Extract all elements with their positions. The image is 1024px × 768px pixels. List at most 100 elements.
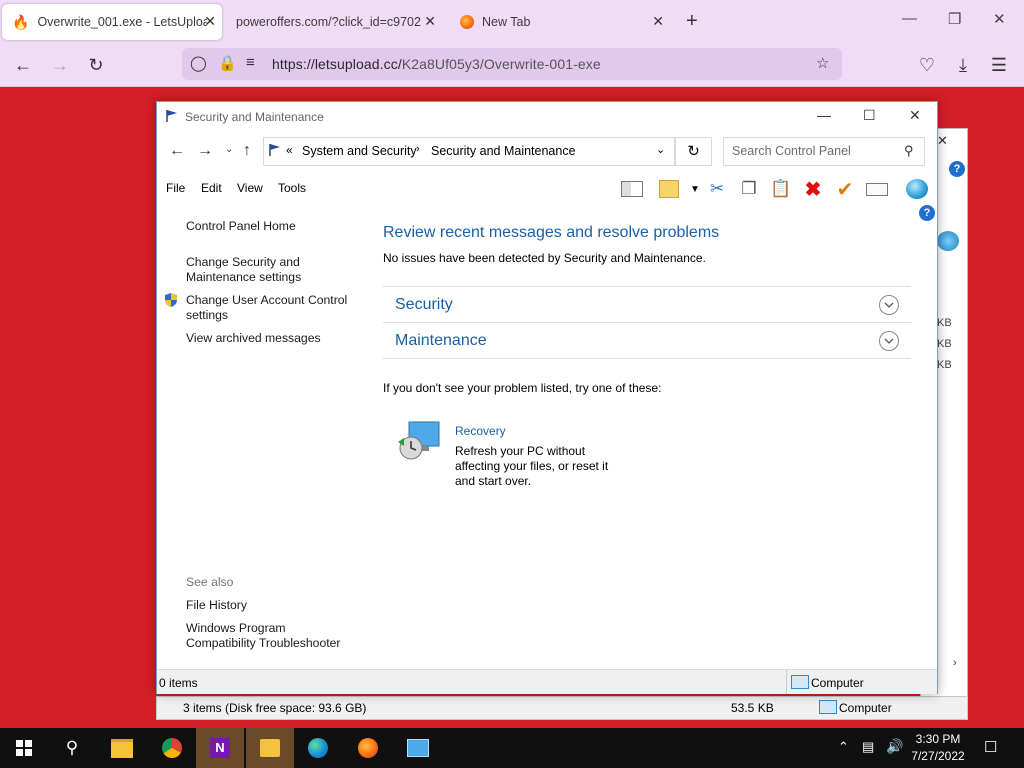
delete-icon[interactable]: ✖ xyxy=(801,178,825,201)
breadcrumb-security-maintenance[interactable]: Security and Maintenance xyxy=(431,144,576,158)
tab-letsupload[interactable]: 🔥 Overwrite_001.exe - LetsUpload ✕ xyxy=(2,4,222,40)
notifications-icon[interactable]: ☐ xyxy=(984,738,997,756)
clock-date[interactable]: 7/27/2022 xyxy=(900,749,976,763)
forward-icon[interactable]: → xyxy=(197,142,213,160)
tab-poweroffers[interactable]: poweroffers.com/?click_id=c97022a ✕ xyxy=(226,4,442,40)
lock-icon[interactable]: 🔒 xyxy=(218,54,237,72)
flag-icon xyxy=(268,143,282,160)
link-compatibility-troubleshooter[interactable]: Windows Program Compatibility Troublesho… xyxy=(186,621,356,651)
section-security[interactable]: Security xyxy=(383,286,911,322)
up-icon[interactable]: ↑ xyxy=(243,142,251,160)
search-icon[interactable]: ⚲ xyxy=(904,143,914,159)
expand-chevron-icon[interactable] xyxy=(879,295,899,315)
status-size: 53.5 KB xyxy=(731,701,774,715)
firefox-icon xyxy=(460,15,474,29)
flame-icon: 🔥 xyxy=(12,13,30,30)
minimize-icon[interactable]: — xyxy=(817,107,831,123)
taskbar: ⚲ N ⌃ ▤ 🔊 3:30 PM 7/27/2022 ☐ xyxy=(0,728,1024,768)
close-tab-icon[interactable]: ✕ xyxy=(204,13,216,30)
link-control-panel-home[interactable]: Control Panel Home xyxy=(186,219,296,234)
breadcrumb-overflow[interactable]: « xyxy=(286,143,293,157)
network-icon[interactable]: ▤ xyxy=(862,739,874,755)
restore-icon[interactable]: ❐ xyxy=(948,10,961,28)
menu-view[interactable]: View xyxy=(237,181,263,195)
refresh-icon[interactable]: ↻ xyxy=(675,137,712,166)
preview-pane-icon[interactable] xyxy=(620,178,644,200)
hint-text: If you don't see your problem listed, tr… xyxy=(383,381,662,395)
tab-new-tab[interactable]: New Tab ✕ xyxy=(450,4,670,40)
bookmark-star-icon[interactable]: ☆ xyxy=(816,54,829,72)
chrome-icon[interactable] xyxy=(148,728,196,768)
tab-title: Overwrite_001.exe - LetsUpload xyxy=(37,15,208,29)
search-icon[interactable]: ⚲ xyxy=(48,728,96,768)
link-recovery[interactable]: Recovery xyxy=(455,424,506,438)
menu-file[interactable]: File xyxy=(166,181,185,195)
see-also-label: See also xyxy=(186,575,234,589)
windows-start-icon[interactable] xyxy=(0,728,48,768)
paste-icon[interactable]: 📋 xyxy=(769,178,793,200)
dropdown-icon[interactable]: ⌄ xyxy=(656,143,665,156)
show-hidden-icons-icon[interactable]: ⌃ xyxy=(838,739,849,755)
menu-icon[interactable]: ☰ xyxy=(986,52,1012,78)
reload-icon[interactable]: ↻ xyxy=(83,52,109,78)
pocket-icon[interactable]: ♡ xyxy=(914,52,940,78)
recovery-icon[interactable] xyxy=(395,420,443,467)
expand-chevron-icon[interactable] xyxy=(879,331,899,351)
close-tab-icon[interactable]: ✕ xyxy=(652,13,664,30)
properties-icon[interactable] xyxy=(657,178,681,200)
minimize-icon[interactable]: — xyxy=(902,10,917,27)
checkmark-icon[interactable]: ✔ xyxy=(833,178,857,201)
breadcrumb-separator-icon[interactable]: › xyxy=(416,143,420,155)
status-message: No issues have been detected by Security… xyxy=(383,251,706,265)
search-placeholder: Search Control Panel xyxy=(732,144,851,158)
shield-icon[interactable]: ◯ xyxy=(190,54,207,72)
browser-tab-bar: 🔥 Overwrite_001.exe - LetsUpload ✕ power… xyxy=(0,0,1024,44)
rename-icon[interactable] xyxy=(865,178,889,200)
clock-time[interactable]: 3:30 PM xyxy=(900,732,976,746)
window-status-bar: 0 items Computer xyxy=(157,669,937,694)
computer-icon xyxy=(791,675,809,689)
page-heading: Review recent messages and resolve probl… xyxy=(383,224,720,241)
cut-icon[interactable]: ✂ xyxy=(705,178,729,200)
close-icon[interactable]: ✕ xyxy=(937,133,948,149)
new-tab-button[interactable]: + xyxy=(686,10,698,33)
dropdown-icon[interactable]: ▼ xyxy=(683,178,707,200)
status-computer: Computer xyxy=(839,701,892,715)
firefox-icon[interactable] xyxy=(344,728,392,768)
help-icon[interactable]: ? xyxy=(949,161,965,177)
link-view-archived-messages[interactable]: View archived messages xyxy=(186,331,321,346)
status-computer: Computer xyxy=(811,676,864,690)
url-bar[interactable]: ◯ 🔒 ≡ https://letsupload.cc/K2a8Uf05y3/O… xyxy=(182,48,842,80)
onenote-icon[interactable]: N xyxy=(196,728,244,768)
section-maintenance[interactable]: Maintenance xyxy=(383,322,911,359)
menu-tools[interactable]: Tools xyxy=(278,181,306,195)
scroll-right-icon[interactable]: › xyxy=(953,657,957,669)
back-icon[interactable]: ← xyxy=(169,142,185,160)
address-bar[interactable]: « System and Security › Security and Mai… xyxy=(263,137,675,166)
link-change-uac-settings[interactable]: Change User Account Control settings xyxy=(186,293,356,323)
tab-title: poweroffers.com/?click_id=c97022a xyxy=(236,15,421,29)
control-panel-icon[interactable] xyxy=(394,728,442,768)
explorer-folder-icon[interactable] xyxy=(246,728,294,768)
download-icon[interactable]: ⤓ xyxy=(950,52,976,78)
globe-icon[interactable] xyxy=(905,178,929,200)
edge-icon[interactable] xyxy=(294,728,342,768)
tab-title: New Tab xyxy=(482,15,531,29)
breadcrumb-system-security[interactable]: System and Security xyxy=(302,144,417,158)
menu-edit[interactable]: Edit xyxy=(201,181,222,195)
link-change-security-settings[interactable]: Change Security and Maintenance settings xyxy=(186,255,336,285)
file-explorer-icon[interactable] xyxy=(98,728,146,768)
help-icon[interactable]: ? xyxy=(919,205,935,221)
recent-locations-icon[interactable]: ⌄ xyxy=(225,144,233,155)
close-tab-icon[interactable]: ✕ xyxy=(424,13,436,30)
forward-icon[interactable]: → xyxy=(47,52,73,78)
maximize-icon[interactable]: ☐ xyxy=(863,107,876,124)
flag-icon xyxy=(165,109,179,123)
link-file-history[interactable]: File History xyxy=(186,598,247,613)
search-box[interactable]: Search Control Panel ⚲ xyxy=(723,137,925,166)
close-icon[interactable]: ✕ xyxy=(909,107,921,124)
back-icon[interactable]: ← xyxy=(10,52,36,78)
permissions-icon[interactable]: ≡ xyxy=(246,54,255,71)
close-window-icon[interactable]: ✕ xyxy=(993,10,1006,28)
copy-icon[interactable]: ❐ xyxy=(737,178,761,200)
